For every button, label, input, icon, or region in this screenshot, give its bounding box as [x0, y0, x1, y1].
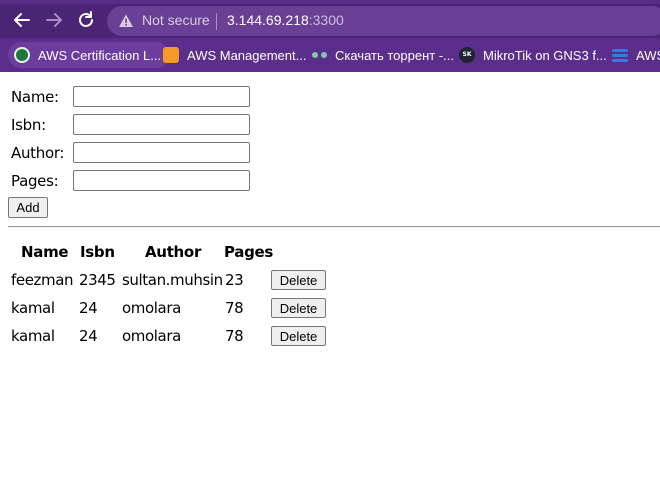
cell-name: kamal: [11, 299, 55, 317]
author-label: Author:: [11, 144, 65, 162]
cell-pages: 23: [225, 271, 244, 289]
cell-author: omolara: [122, 299, 181, 317]
name-label: Name:: [11, 88, 59, 106]
bookmark-label: MikroTik on GNS3 f...: [483, 47, 607, 63]
bookmark-label: AWS Certification L...: [38, 47, 162, 63]
author-input[interactable]: [73, 142, 250, 163]
aws-icon: [612, 47, 628, 63]
security-status-label[interactable]: Not secure: [142, 12, 210, 28]
bookmark-aws-management[interactable]: AWS Management...: [163, 42, 306, 68]
bookmark-aws[interactable]: AWS: [612, 42, 660, 68]
tab-strip-edge: [0, 0, 660, 4]
bookmark-label: Скачать торрент -...: [335, 47, 454, 63]
cell-isbn: 2345: [79, 271, 116, 289]
address-bar[interactable]: Not secure 3.144.69.218:3300: [107, 6, 660, 36]
cell-author: sultan.muhsin: [122, 271, 223, 289]
aws-cube-icon: [163, 47, 179, 63]
cell-author: omolara: [122, 327, 181, 345]
url-port: :3300: [308, 12, 344, 28]
bookmark-label: AWS Management...: [187, 47, 307, 63]
browser-toolbar: Not secure 3.144.69.218:3300: [0, 0, 660, 38]
pages-input[interactable]: [73, 170, 250, 191]
delete-button[interactable]: Delete: [271, 326, 326, 346]
divider: [8, 226, 660, 228]
aws-certification-icon: [14, 47, 30, 63]
back-arrow-icon[interactable]: [11, 9, 33, 31]
delete-button[interactable]: Delete: [271, 270, 326, 290]
url-host: 3.144.69.218: [227, 12, 309, 28]
add-button[interactable]: Add: [8, 197, 48, 218]
bookmark-torrent[interactable]: Скачать торрент -...: [311, 42, 454, 68]
cell-pages: 78: [225, 299, 244, 317]
bookmark-mikrotik[interactable]: SK MikroTik on GNS3 f...: [459, 42, 607, 68]
bookmark-label: AWS: [636, 47, 660, 63]
column-header-name: Name: [21, 243, 69, 261]
bookmark-aws-certification[interactable]: AWS Certification L...: [8, 42, 170, 68]
cell-isbn: 24: [79, 327, 98, 345]
delete-button[interactable]: Delete: [271, 298, 326, 318]
warning-triangle-icon[interactable]: [118, 13, 134, 29]
url-text[interactable]: 3.144.69.218:3300: [227, 12, 344, 28]
cell-name: kamal: [11, 327, 55, 345]
column-header-isbn: Isbn: [80, 243, 115, 261]
page-content: Name: Isbn: Author: Pages: Add Name Isbn…: [0, 72, 660, 477]
cell-name: feezman: [11, 271, 74, 289]
pages-label: Pages:: [11, 172, 59, 190]
reload-icon[interactable]: [75, 9, 97, 31]
bookmarks-bar: AWS Certification L... AWS Management...…: [0, 38, 660, 72]
column-header-author: Author: [145, 243, 202, 261]
name-input[interactable]: [73, 86, 250, 107]
cell-pages: 78: [225, 327, 244, 345]
torrent-icon: [311, 47, 327, 63]
column-header-pages: Pages: [224, 243, 274, 261]
mikrotik-icon: SK: [459, 47, 475, 63]
isbn-input[interactable]: [73, 114, 250, 135]
omnibox-divider: [216, 13, 217, 30]
forward-arrow-icon[interactable]: [43, 9, 65, 31]
isbn-label: Isbn:: [11, 116, 46, 134]
cell-isbn: 24: [79, 299, 98, 317]
